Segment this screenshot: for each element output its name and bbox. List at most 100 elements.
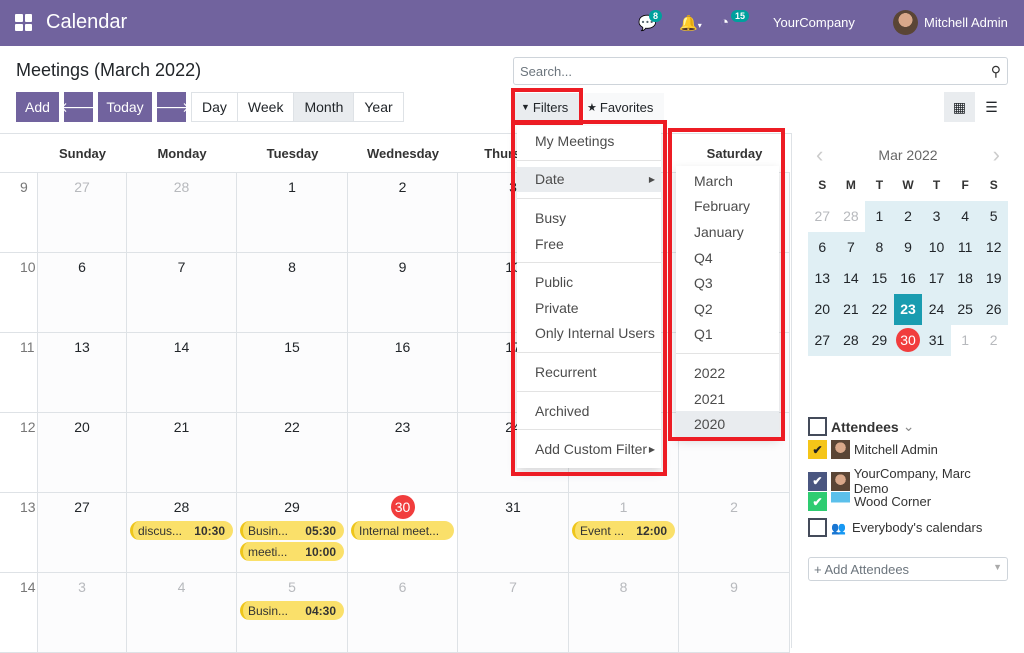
day-cell[interactable]: 6 [348,573,458,653]
prev-button[interactable]: 🡐 [60,92,97,122]
filter-option[interactable]: Free [517,231,661,257]
filter-option[interactable]: Q2 [676,296,779,322]
mini-day[interactable]: 22 [865,294,894,325]
filter-option[interactable]: Add Custom Filter ▶ [517,436,661,462]
day-cell[interactable]: 13 [38,333,127,413]
today-button[interactable]: Today [98,92,152,122]
mini-day[interactable]: 27 [808,325,837,356]
mini-day[interactable]: 26 [979,294,1008,325]
day-cell[interactable]: 15 [237,333,348,413]
calendar-event[interactable]: Event ... 12:00 [572,521,675,540]
mini-day[interactable]: 16 [893,263,923,294]
attendee-checkbox[interactable] [808,518,827,537]
scale-day[interactable]: Day [192,93,238,121]
mini-day[interactable]: 13 [808,263,837,294]
day-cell[interactable]: 28 discus... 10:30 [127,493,237,573]
filter-option[interactable]: My Meetings [517,128,661,154]
attendee-filter[interactable]: 👥 Everybody's calendars [808,518,1008,537]
filters-button[interactable]: ▼ Filters [515,93,580,121]
day-cell[interactable]: 8 [569,573,679,653]
calendar-event[interactable]: meeti... 10:00 [240,542,344,561]
bell-icon[interactable]: 🔔▾ [679,14,702,32]
filter-option[interactable]: Date ▶ [517,166,661,193]
mini-day[interactable]: 7 [836,232,866,263]
calendar-view-icon[interactable]: ▦ [944,92,975,122]
mini-day[interactable]: 19 [979,263,1008,294]
favorites-button[interactable]: ★ Favorites [584,93,664,121]
day-cell[interactable]: 6 [38,253,127,333]
filter-option[interactable]: March [676,168,779,194]
filter-option[interactable]: 2021 [676,386,779,412]
filter-option[interactable]: January [676,219,779,245]
user-menu[interactable]: Mitchell Admin [924,15,1008,30]
filter-option[interactable]: 2022 [676,360,779,386]
calendar-event[interactable]: discus... 10:30 [130,521,233,540]
add-attendees-input[interactable]: + Add Attendees ▼ [808,557,1008,581]
day-cell[interactable]: 27 [38,493,127,573]
day-cell[interactable]: 21 [127,413,237,493]
list-view-icon[interactable]: ☰ [976,92,1007,122]
day-cell[interactable]: 22 [237,413,348,493]
filter-option[interactable]: Q3 [676,270,779,296]
mini-day[interactable]: 17 [922,263,951,294]
filter-option[interactable]: Busy [517,205,661,231]
attendee-checkbox[interactable]: ✔ [808,471,827,491]
activities-clock-icon[interactable]: ◔ 15 [720,10,750,31]
filter-option[interactable]: February [676,194,779,220]
mini-day[interactable]: 28 [836,325,866,356]
filter-option[interactable]: Q4 [676,245,779,271]
attendee-filter[interactable]: ✔ Wood Corner [808,492,1008,511]
search-icon[interactable]: ⚲ [991,63,1001,80]
apps-menu-icon[interactable] [15,14,32,31]
filter-option[interactable]: Recurrent [517,359,661,385]
attendee-checkbox[interactable]: ✔ [808,492,827,511]
mini-day[interactable]: 25 [950,294,980,325]
mini-day[interactable]: 8 [865,232,894,263]
mini-day[interactable]: 4 [950,201,980,232]
filter-option[interactable]: Only Internal Users [517,321,661,347]
mini-day[interactable]: 15 [865,263,894,294]
day-cell[interactable]: 27 [38,173,127,253]
day-cell[interactable]: 20 [38,413,127,493]
day-cell[interactable]: 30 Internal meet... [348,493,458,573]
mini-day[interactable]: 6 [808,232,837,263]
day-cell[interactable]: 7 [458,573,569,653]
day-cell[interactable]: 4 [127,573,237,653]
search-input[interactable]: Search... ⚲ [513,57,1008,85]
mini-day[interactable]: 2 [893,201,923,232]
scale-year[interactable]: Year [354,93,402,121]
mini-day[interactable]: 18 [950,263,980,294]
filter-option[interactable]: Archived [517,398,661,424]
day-cell[interactable]: 8 [237,253,348,333]
mini-day[interactable]: 10 [922,232,951,263]
mini-day[interactable]: 20 [808,294,837,325]
day-cell[interactable]: 3 [38,573,127,653]
scale-week[interactable]: Week [238,93,295,121]
day-cell[interactable]: 16 [348,333,458,413]
calendar-event[interactable]: Busin... 05:30 [240,521,344,540]
mini-day[interactable]: 3 [922,201,951,232]
messages-icon[interactable]: 💬 8 [638,10,663,32]
day-cell[interactable]: 5 Busin... 04:30 [237,573,348,653]
day-cell[interactable]: 2 [679,493,790,573]
mini-day[interactable]: 29 [865,325,894,356]
mini-day[interactable]: 28 [837,201,866,232]
day-cell[interactable]: 2 [348,173,458,253]
attendee-checkbox[interactable]: ✔ [808,440,827,459]
company-switcher[interactable]: YourCompany [773,15,855,30]
attendees-select-all-checkbox[interactable] [808,417,827,436]
mini-day[interactable]: 2 [979,325,1008,356]
mini-day[interactable]: 5 [979,201,1008,232]
add-button[interactable]: Add [16,92,59,122]
day-cell[interactable]: 9 [679,573,790,653]
mini-day[interactable]: 27 [808,201,837,232]
mini-day[interactable]: 14 [836,263,866,294]
attendee-filter[interactable]: ✔ Mitchell Admin [808,440,1008,459]
day-cell[interactable]: 28 [127,173,237,253]
mini-day[interactable]: 11 [950,232,980,263]
calendar-event[interactable]: Busin... 04:30 [240,601,344,620]
filter-option[interactable]: 2020 [676,411,779,437]
mini-day[interactable]: 9 [893,232,923,263]
mini-day[interactable]: 24 [922,294,951,325]
mini-day[interactable]: 1 [951,325,980,356]
